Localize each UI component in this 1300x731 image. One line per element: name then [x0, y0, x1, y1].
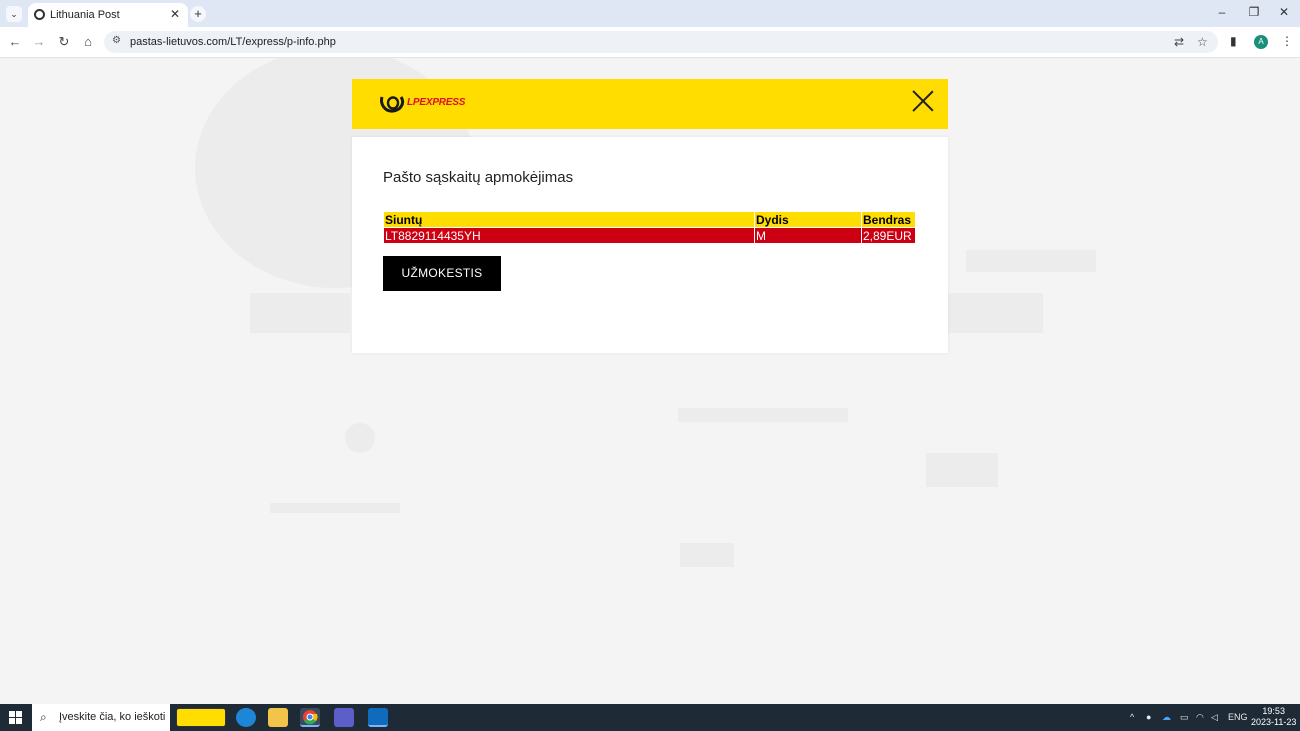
- column-header-parcel: Siuntų: [384, 212, 754, 227]
- new-tab-button[interactable]: +: [190, 6, 206, 22]
- side-panel-icon[interactable]: ▮: [1230, 34, 1237, 48]
- address-bar[interactable]: ⚙ pastas-lietuvos.com/LT/express/p-info.…: [104, 31, 1218, 53]
- lpexpress-logo-icon: [380, 96, 405, 113]
- logo-text: LPEXPRESS: [407, 97, 466, 108]
- teams-icon[interactable]: [334, 708, 354, 727]
- home-icon[interactable]: ⌂: [80, 34, 96, 49]
- background-block: [926, 453, 998, 487]
- tray-chevron-icon[interactable]: ^: [1130, 712, 1134, 722]
- parcel-total-cell: 2,89EUR: [862, 228, 915, 243]
- clock-time: 19:53: [1262, 706, 1285, 716]
- column-header-size: Dydis: [755, 212, 861, 227]
- chrome-logo-icon: [303, 710, 318, 725]
- teams-tray-icon[interactable]: ●: [1146, 712, 1151, 722]
- taskbar-search[interactable]: ⌕ Įveskite čia, ko ieškoti: [32, 704, 170, 731]
- browser-tabstrip: ⌄ Lithuania Post ✕ + – ❐ ✕: [0, 0, 1300, 27]
- bookmark-star-icon[interactable]: ☆: [1197, 35, 1208, 49]
- payment-modal: Pašto sąskaitų apmokėjimas Siuntų Dydis …: [352, 137, 948, 353]
- background-block: [948, 293, 1043, 333]
- site-info-icon[interactable]: ⚙: [112, 35, 121, 46]
- taskbar-clock[interactable]: 19:53 2023-11-23: [1251, 706, 1296, 728]
- modal-close-icon[interactable]: [912, 90, 934, 112]
- parcel-number-cell: LT8829114435YH: [384, 228, 754, 243]
- more-menu-icon[interactable]: ⋮: [1281, 34, 1293, 48]
- background-block: [966, 250, 1096, 272]
- tab-search-chevron-icon[interactable]: ⌄: [6, 6, 22, 22]
- table-header-row: Siuntų Dydis Bendras: [384, 212, 915, 227]
- taskbar-search-placeholder[interactable]: Įveskite čia, ko ieškoti: [59, 711, 165, 723]
- table-row: LT8829114435YH M 2,89EUR: [384, 228, 915, 243]
- background-block: [250, 293, 350, 333]
- background-block: [678, 408, 848, 422]
- clock-date: 2023-11-23: [1251, 717, 1297, 727]
- lithuania-post-app-icon[interactable]: [176, 708, 226, 727]
- window-close-icon[interactable]: ✕: [1277, 5, 1291, 19]
- browser-tab[interactable]: Lithuania Post ✕: [28, 3, 188, 27]
- reload-icon[interactable]: ↻: [56, 34, 72, 50]
- restore-icon[interactable]: ❐: [1247, 5, 1261, 19]
- translate-icon[interactable]: ⇄: [1174, 35, 1184, 49]
- onedrive-icon[interactable]: ☁: [1162, 712, 1171, 723]
- globe-icon: [34, 9, 45, 20]
- outlook-icon[interactable]: [368, 708, 388, 727]
- windows-taskbar: ⌕ Įveskite čia, ko ieškoti ^ ● ☁ ▭ ◠ ◁ E…: [0, 704, 1300, 731]
- tab-close-icon[interactable]: ✕: [170, 7, 180, 21]
- volume-icon[interactable]: ◁: [1211, 712, 1218, 723]
- lpexpress-logo: LPEXPRESS: [379, 94, 469, 114]
- browser-toolbar: ← → ↻ ⌂ ⚙ pastas-lietuvos.com/LT/express…: [0, 27, 1300, 58]
- edge-icon[interactable]: [236, 708, 256, 727]
- search-icon: ⌕: [40, 710, 47, 724]
- background-block: [680, 543, 734, 567]
- minimize-icon[interactable]: –: [1215, 5, 1229, 19]
- background-block: [345, 423, 375, 453]
- windows-start-icon[interactable]: [9, 711, 22, 724]
- parcel-table: Siuntų Dydis Bendras LT8829114435YH M 2,…: [383, 211, 916, 244]
- pay-button[interactable]: UŽMOKESTIS: [383, 256, 501, 291]
- battery-icon[interactable]: ▭: [1180, 712, 1189, 723]
- language-indicator[interactable]: ENG: [1228, 712, 1248, 722]
- column-header-total: Bendras: [862, 212, 915, 227]
- forward-icon[interactable]: →: [31, 34, 47, 49]
- file-explorer-icon[interactable]: [268, 708, 288, 727]
- wifi-icon[interactable]: ◠: [1196, 712, 1204, 723]
- address-url[interactable]: pastas-lietuvos.com/LT/express/p-info.ph…: [130, 36, 336, 48]
- chrome-icon[interactable]: [300, 708, 320, 727]
- modal-header: LPEXPRESS: [352, 79, 948, 129]
- parcel-size-cell: M: [755, 228, 861, 243]
- back-icon[interactable]: ←: [7, 34, 23, 49]
- background-block: [270, 503, 400, 513]
- modal-title: Pašto sąskaitų apmokėjimas: [383, 169, 574, 186]
- tab-title: Lithuania Post: [50, 9, 120, 21]
- profile-avatar[interactable]: A: [1254, 35, 1268, 49]
